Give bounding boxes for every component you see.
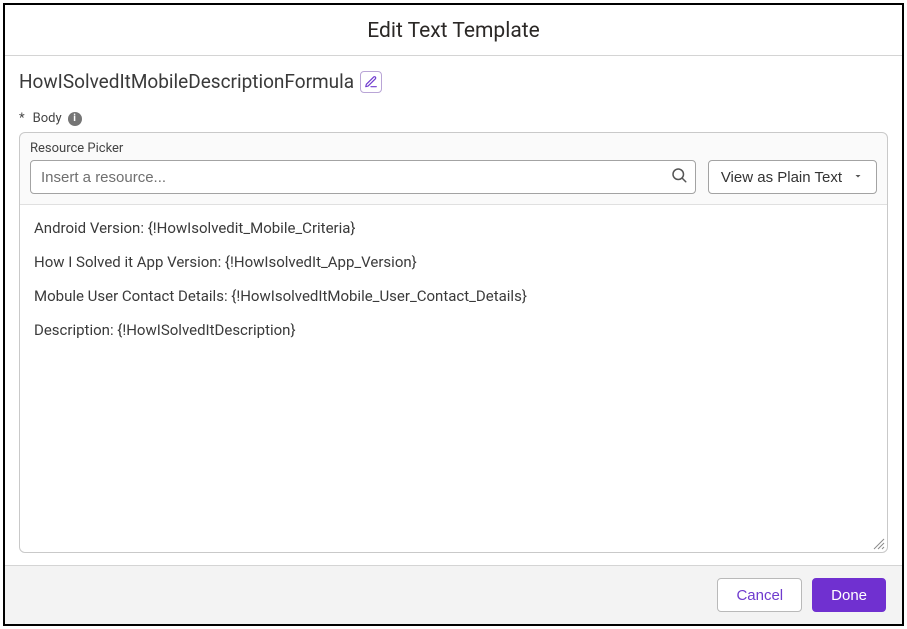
edit-text-template-modal: Edit Text Template HowISolvedItMobileDes…	[3, 3, 904, 626]
pencil-icon	[364, 75, 378, 89]
body-label: Body	[33, 111, 62, 126]
body-line: Mobule User Contact Details: {!HowIsolve…	[34, 287, 873, 305]
view-mode-button[interactable]: View as Plain Text	[708, 160, 877, 194]
resource-picker-label: Resource Picker	[30, 141, 696, 156]
body-line: Android Version: {!HowIsolvedit_Mobile_C…	[34, 219, 873, 237]
modal-title: Edit Text Template	[5, 5, 902, 55]
cancel-button[interactable]: Cancel	[717, 578, 802, 612]
body-section: Resource Picker View a	[19, 132, 888, 553]
resource-picker-input[interactable]	[30, 160, 696, 194]
modal-footer: Cancel Done	[5, 565, 902, 624]
picker-row: Resource Picker View a	[20, 133, 887, 204]
body-label-row: * Body i	[19, 111, 888, 126]
info-icon[interactable]: i	[68, 112, 82, 126]
body-line: How I Solved it App Version: {!HowIsolve…	[34, 253, 873, 271]
view-mode-label: View as Plain Text	[721, 169, 842, 186]
resize-handle-icon[interactable]	[871, 536, 885, 550]
resource-picker-wrapper	[30, 160, 696, 194]
body-line: Description: {!HowISolvedItDescription}	[34, 321, 873, 339]
template-name-row: HowISolvedItMobileDescriptionFormula	[19, 70, 888, 93]
modal-content: HowISolvedItMobileDescriptionFormula * B…	[5, 56, 902, 565]
required-asterisk: *	[19, 111, 25, 126]
done-button[interactable]: Done	[812, 578, 886, 612]
resource-picker-column: Resource Picker	[30, 141, 696, 194]
body-editor[interactable]: Android Version: {!HowIsolvedit_Mobile_C…	[20, 204, 887, 552]
template-name: HowISolvedItMobileDescriptionFormula	[19, 70, 354, 93]
edit-name-button[interactable]	[360, 71, 382, 93]
chevron-down-icon	[852, 169, 864, 186]
